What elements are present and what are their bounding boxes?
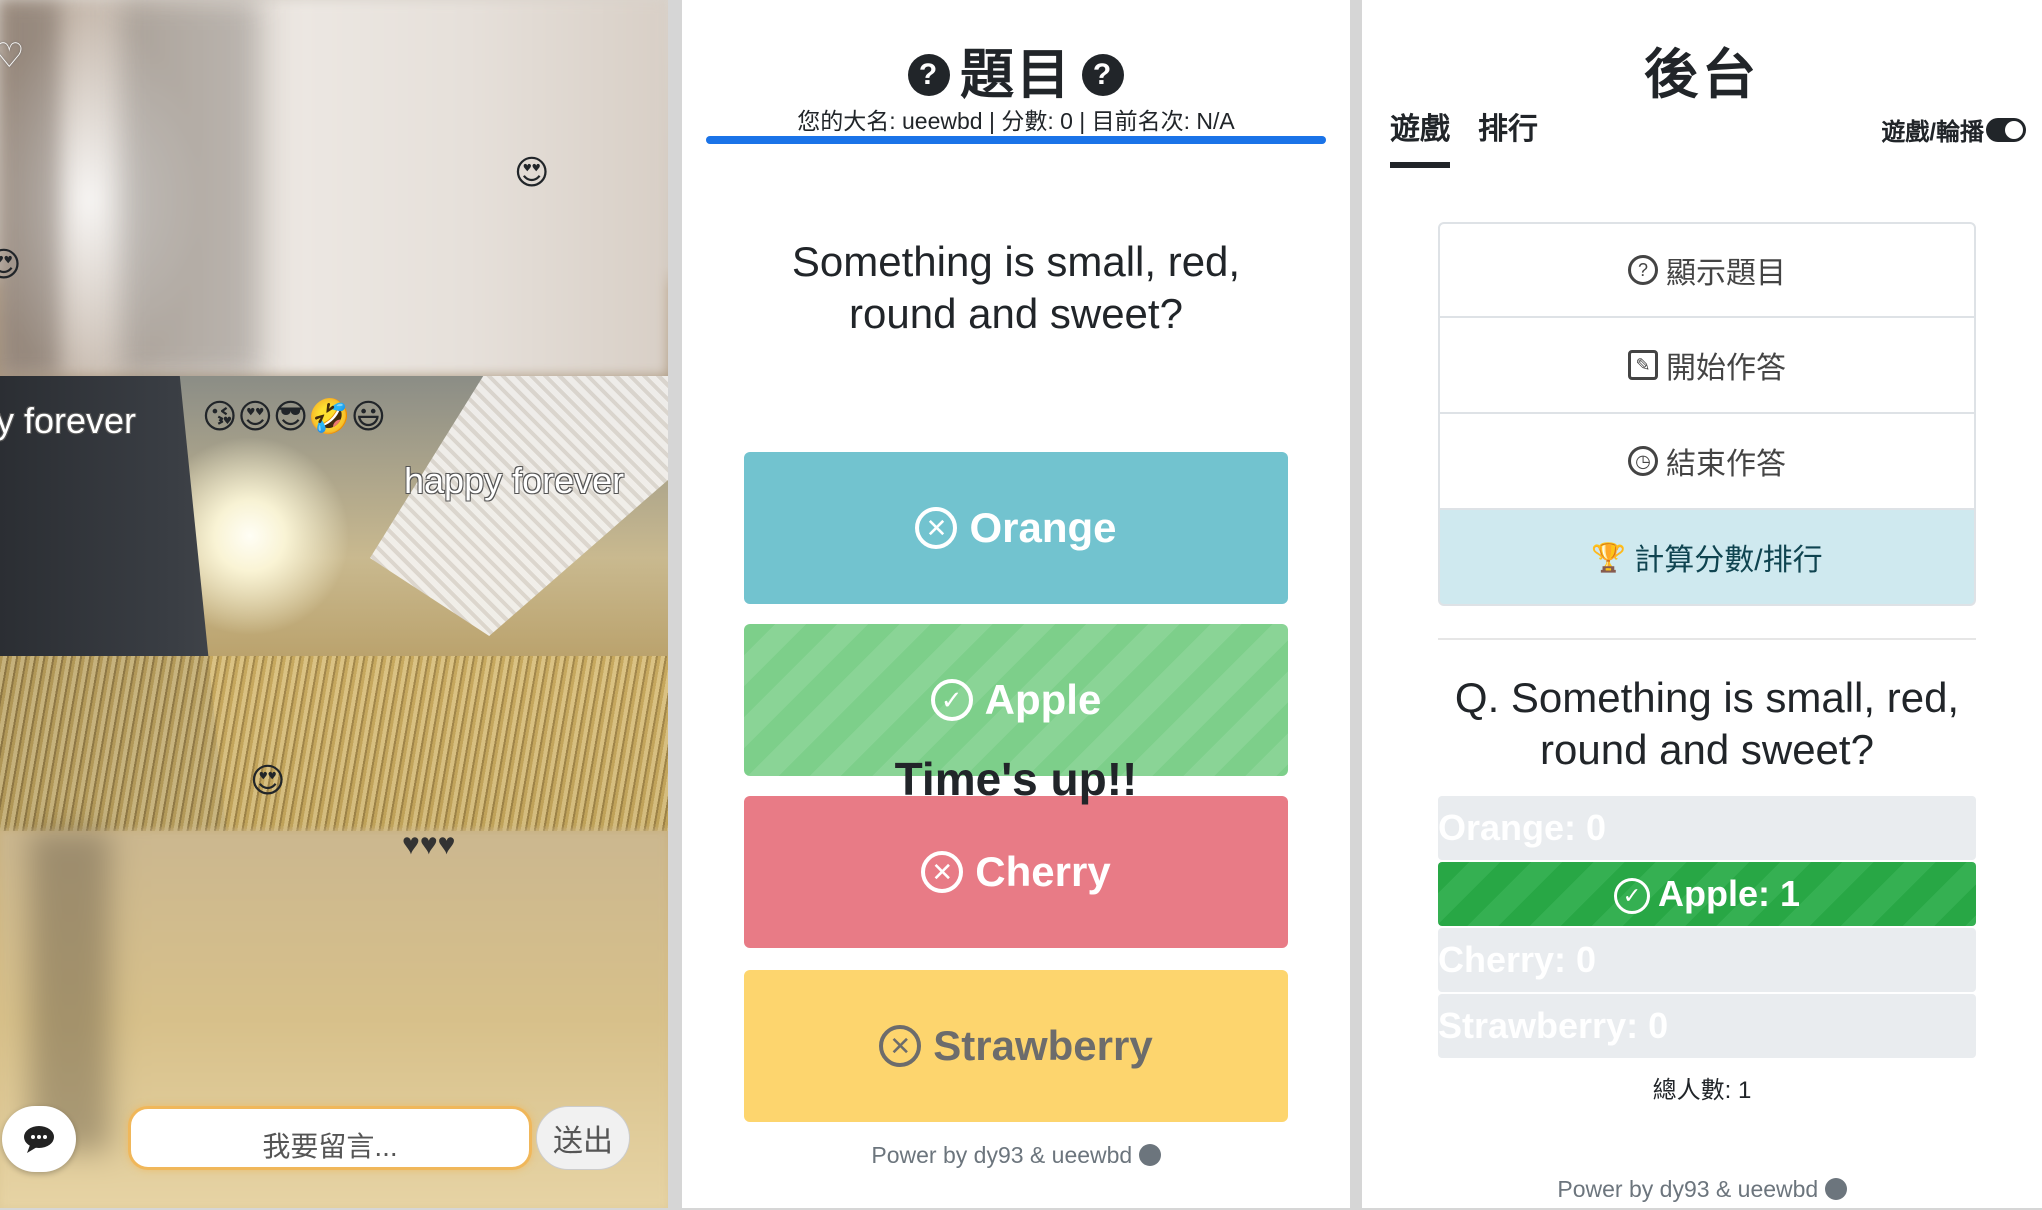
- question-circle-icon: ?: [1082, 53, 1124, 96]
- github-icon[interactable]: [1824, 1177, 1847, 1200]
- total-participants: 總人數: 1: [1652, 1077, 1752, 1104]
- option-label: Cherry: [975, 848, 1111, 895]
- photo-chat-panel: ♡ 😍 😍 y forever 😘😍😎🤣😃 happy forever 😍 ♥♥…: [0, 0, 668, 1208]
- page-title: 後台: [1644, 45, 1760, 105]
- tab-ranking[interactable]: 排行: [1478, 104, 1538, 168]
- clock-icon: ◷: [1628, 446, 1658, 476]
- footer-text: Power by dy93 & ueewbd: [1557, 1176, 1819, 1202]
- result-bar-cherry: Cherry: 0: [1438, 928, 1976, 992]
- floating-emoji-row: 😘😍😎🤣😃: [202, 398, 387, 436]
- option-label: Strawberry: [933, 1022, 1153, 1069]
- trophy-icon: 🏆: [1591, 541, 1627, 573]
- option-label: Apple: [984, 676, 1102, 723]
- floating-hearts: ♥♥♥: [402, 828, 456, 861]
- page-title: ? 題目?: [682, 30, 1350, 109]
- footer-text: Power by dy93 & ueewbd: [871, 1142, 1133, 1168]
- x-circle-icon: ✕: [879, 1025, 922, 1067]
- danmaku-message: happy forever: [404, 460, 625, 501]
- quiz-panel: ? 題目? 您的大名: ueewbd | 分數: 0 | 目前名次: N/A So…: [682, 0, 1350, 1208]
- player-status: 您的大名: ueewbd | 分數: 0 | 目前名次: N/A: [797, 108, 1235, 134]
- x-circle-icon: ✕: [915, 507, 958, 549]
- button-label: 顯示題目: [1666, 257, 1786, 290]
- quiz-title-text: 題目: [960, 45, 1072, 105]
- floating-emoji: 😍: [250, 762, 286, 800]
- countdown-progress-bar: [706, 136, 1326, 144]
- show-question-button[interactable]: ? 顯示題目: [1438, 222, 1976, 318]
- answer-option-orange[interactable]: ✕ Orange: [744, 452, 1288, 604]
- admin-question-text: Q. Something is small, red, round and sw…: [1454, 674, 1960, 773]
- chat-toggle-button[interactable]: [2, 1106, 76, 1172]
- admin-tabs: 遊戲 排行: [1390, 104, 1538, 168]
- photo-grass: [0, 656, 668, 831]
- question-circle-icon: ?: [908, 53, 950, 96]
- photo-shadow: [30, 831, 110, 1151]
- footer: Power by dy93 & ueewbd: [682, 1142, 1350, 1169]
- button-label: 計算分數/排行: [1634, 544, 1823, 577]
- button-label: 開始作答: [1666, 352, 1786, 385]
- blurred-photo-top: [0, 0, 668, 376]
- divider: [1438, 638, 1976, 640]
- toggle-switch[interactable]: [1986, 117, 2026, 142]
- start-answering-button[interactable]: ✎ 開始作答: [1438, 318, 1976, 414]
- floating-emoji: 😍: [514, 154, 550, 192]
- switch-label: 遊戲/輪播: [1881, 119, 1984, 146]
- github-icon[interactable]: [1138, 1143, 1161, 1166]
- answer-option-cherry[interactable]: ✕ Cherry: [744, 796, 1288, 948]
- wedding-photo: [0, 376, 668, 831]
- admin-panel: 後台 遊戲 排行 遊戲/輪播 ? 顯示題目 ✎ 開始作答 ◷ 結束作答 🏆 計算分數/排…: [1362, 0, 2042, 1208]
- photo-bride-sleeve: [370, 376, 668, 636]
- floating-heart: ♡: [0, 37, 25, 75]
- danmaku-message: y forever: [0, 400, 137, 441]
- button-label: 結束作答: [1666, 448, 1786, 481]
- game-carousel-switch[interactable]: 遊戲/輪播: [1881, 112, 2026, 147]
- times-up-overlay: Time's up!!: [894, 753, 1138, 805]
- x-circle-icon: ✕: [921, 851, 964, 893]
- countdown-progress-fill: [706, 136, 1326, 144]
- edit-icon: ✎: [1628, 350, 1658, 380]
- send-button[interactable]: 送出: [536, 1106, 630, 1170]
- check-circle-icon: ✓: [1613, 878, 1650, 915]
- question-circle-icon: ?: [1628, 255, 1658, 285]
- photo-shadow: [120, 0, 260, 376]
- floating-emoji: 😍: [0, 246, 22, 284]
- result-bar-apple: ✓ Apple: 1: [1438, 862, 1976, 926]
- end-answering-button[interactable]: ◷ 結束作答: [1438, 414, 1976, 510]
- answer-option-strawberry[interactable]: ✕ Strawberry: [744, 970, 1288, 1122]
- result-label: Apple: 1: [1657, 873, 1800, 914]
- result-bar-strawberry: Strawberry: 0: [1438, 994, 1976, 1058]
- calculate-score-button[interactable]: 🏆 計算分數/排行: [1438, 510, 1976, 606]
- question-text: Something is small, red, round and sweet…: [791, 238, 1241, 337]
- chat-bubble-icon: [24, 1126, 54, 1153]
- chat-message-input[interactable]: 我要留言...: [128, 1106, 532, 1170]
- option-label: Orange: [969, 504, 1117, 551]
- check-circle-icon: ✓: [930, 679, 973, 721]
- footer: Power by dy93 & ueewbd: [1362, 1176, 2042, 1203]
- result-bar-orange: Orange: 0: [1438, 796, 1976, 860]
- tab-game[interactable]: 遊戲: [1390, 104, 1450, 168]
